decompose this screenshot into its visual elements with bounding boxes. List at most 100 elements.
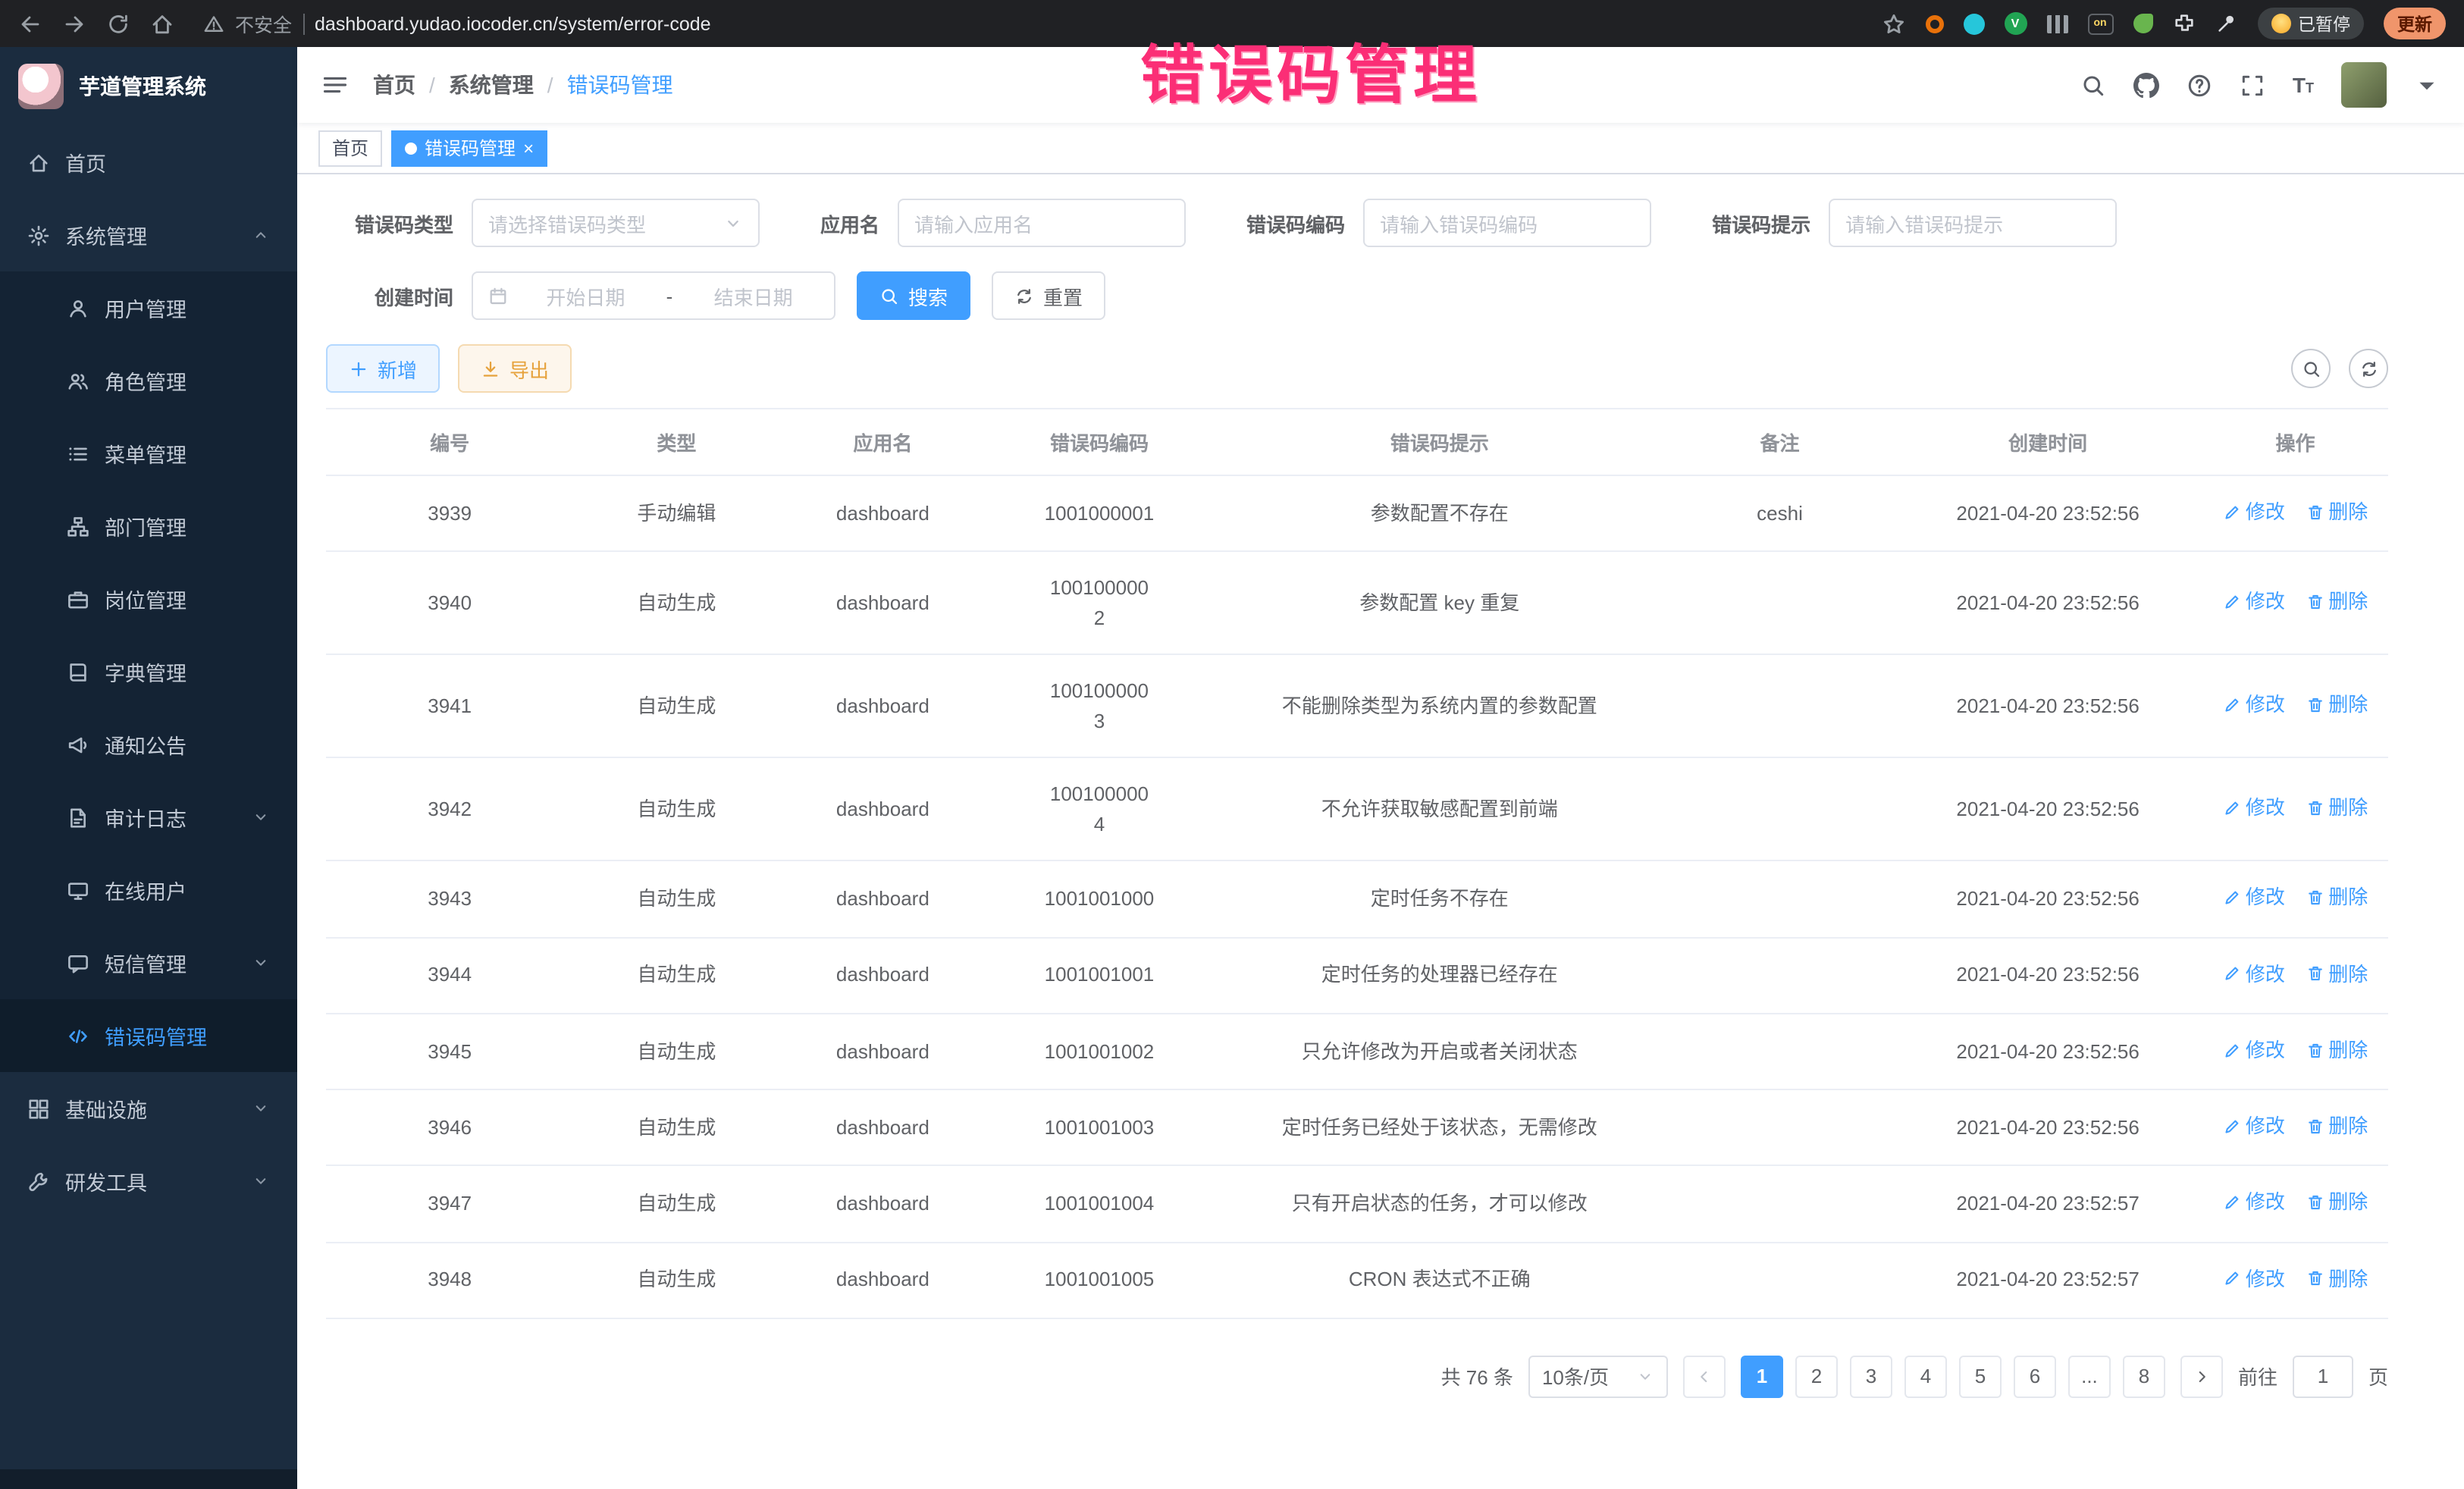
extension-icon-3[interactable] [2004,12,2027,35]
table-toolbar: 新增 导出 [326,344,2388,393]
extensions-puzzle-icon[interactable] [2172,12,2195,35]
page-button-8[interactable]: 8 [2123,1356,2165,1398]
help-icon[interactable] [2187,72,2212,98]
edit-link[interactable]: 修改 [2223,1111,2285,1141]
page-button-4[interactable]: 4 [1904,1356,1947,1398]
extension-icon-6[interactable] [2133,14,2152,33]
browser-back-icon[interactable] [18,11,42,36]
browser-update-button[interactable]: 更新 [2384,8,2446,39]
breadcrumb-home[interactable]: 首页 [373,70,449,100]
address-bar[interactable]: 不安全 dashboard.yudao.iocoder.cn/system/er… [203,9,1861,38]
delete-link[interactable]: 删除 [2306,1264,2368,1293]
edit-link[interactable]: 修改 [2223,497,2285,527]
sidebar-item-11[interactable]: 短信管理 [0,926,297,999]
edit-link[interactable]: 修改 [2223,1188,2285,1218]
date-range-input[interactable]: 开始日期 - 结束日期 [472,271,835,320]
tag-close-icon[interactable]: × [523,139,534,157]
sidebar-item-3[interactable]: 角色管理 [0,344,297,417]
toggle-search-button[interactable] [2291,349,2331,388]
edit-doc-icon [67,806,89,829]
page-more-button[interactable]: ... [2068,1356,2111,1398]
delete-link[interactable]: 删除 [2306,587,2368,616]
export-button[interactable]: 导出 [458,344,572,393]
browser-forward-icon[interactable] [62,11,86,36]
delete-link[interactable]: 删除 [2306,793,2368,823]
app-name-input[interactable]: 请输入应用名 [898,199,1186,247]
delete-link[interactable]: 删除 [2306,1188,2368,1218]
page-button-1[interactable]: 1 [1741,1356,1783,1398]
error-msg-input[interactable]: 请输入错误码提示 [1829,199,2117,247]
refresh-table-button[interactable] [2349,349,2388,388]
profile-paused-chip[interactable]: 已暂停 [2257,8,2364,39]
delete-link[interactable]: 删除 [2306,497,2368,527]
avatar-caret-down-icon[interactable] [2414,72,2440,98]
edit-link[interactable]: 修改 [2223,587,2285,616]
delete-link[interactable]: 删除 [2306,1111,2368,1141]
page-button-5[interactable]: 5 [1959,1356,2002,1398]
tag-error-code[interactable]: 错误码管理 × [391,130,547,166]
edit-pencil-icon [2223,1270,2241,1288]
fullscreen-icon[interactable] [2240,72,2265,98]
edit-link[interactable]: 修改 [2223,793,2285,823]
goto-page-input[interactable]: 1 [2293,1356,2353,1398]
browser-home-icon[interactable] [150,11,174,36]
breadcrumb-system[interactable]: 系统管理 [449,70,567,100]
edit-link[interactable]: 修改 [2223,959,2285,989]
sidebar-item-0[interactable]: 首页 [0,126,297,199]
cell-created: 2021-04-20 23:52:57 [1893,1166,2202,1243]
sidebar-item-6[interactable]: 岗位管理 [0,563,297,635]
cell-actions: 修改 删除 [2202,1166,2388,1243]
delete-link[interactable]: 删除 [2306,690,2368,719]
extension-icon-5[interactable] [2087,13,2113,34]
user-avatar[interactable] [2341,62,2387,108]
sidebar-item-12[interactable]: 错误码管理 [0,999,297,1072]
edit-link[interactable]: 修改 [2223,883,2285,913]
sidebar-item-13[interactable]: 基础设施 [0,1072,297,1145]
sidebar-item-4[interactable]: 菜单管理 [0,417,297,490]
pin-icon[interactable] [2215,12,2237,35]
extension-icon-4[interactable] [2046,14,2067,33]
sidebar-item-9[interactable]: 审计日志 [0,781,297,854]
edit-link[interactable]: 修改 [2223,1036,2285,1065]
navbar-actions: TT [2080,62,2440,108]
sidebar-item-10[interactable]: 在线用户 [0,854,297,926]
cell-app: dashboard [779,655,986,758]
table-header-row: 编号类型应用名错误码编码错误码提示备注创建时间操作 [326,409,2388,475]
prev-page-button[interactable] [1683,1356,1726,1398]
sidebar-item-7[interactable]: 字典管理 [0,635,297,708]
cell-code: 1001000001 [986,475,1212,552]
bookmark-star-icon[interactable] [1881,11,1905,36]
hamburger-icon[interactable] [321,71,349,99]
add-button[interactable]: 新增 [326,344,440,393]
reset-button[interactable]: 重置 [992,271,1105,320]
page-size-select[interactable]: 10条/页 [1528,1356,1668,1398]
page-button-3[interactable]: 3 [1850,1356,1892,1398]
next-page-button[interactable] [2180,1356,2223,1398]
sidebar-collapse-bar[interactable] [0,1469,297,1489]
delete-link[interactable]: 删除 [2306,959,2368,989]
delete-link[interactable]: 删除 [2306,1036,2368,1065]
search-button[interactable]: 搜索 [857,271,970,320]
page-button-2[interactable]: 2 [1795,1356,1838,1398]
delete-link[interactable]: 删除 [2306,883,2368,913]
sidebar-item-1[interactable]: 系统管理 [0,199,297,271]
extension-icon-2[interactable] [1963,13,1984,34]
error-type-select[interactable]: 请选择错误码类型 [472,199,760,247]
page-button-6[interactable]: 6 [2014,1356,2056,1398]
error-code-input[interactable]: 请输入错误码编码 [1363,199,1651,247]
github-icon[interactable] [2133,72,2159,98]
cell-actions: 修改 删除 [2202,655,2388,758]
sidebar-item-2[interactable]: 用户管理 [0,271,297,344]
cell-type: 自动生成 [573,552,779,655]
sidebar-item-5[interactable]: 部门管理 [0,490,297,563]
edit-link[interactable]: 修改 [2223,690,2285,719]
browser-reload-icon[interactable] [106,11,130,36]
extension-icon-1[interactable] [1925,14,1943,33]
sidebar-item-8[interactable]: 通知公告 [0,708,297,781]
header-search-icon[interactable] [2080,72,2106,98]
font-size-icon[interactable]: TT [2293,74,2314,96]
tag-home[interactable]: 首页 [318,130,382,166]
logo[interactable]: 芋道管理系统 [0,47,297,126]
edit-link[interactable]: 修改 [2223,1264,2285,1293]
sidebar-item-14[interactable]: 研发工具 [0,1145,297,1218]
